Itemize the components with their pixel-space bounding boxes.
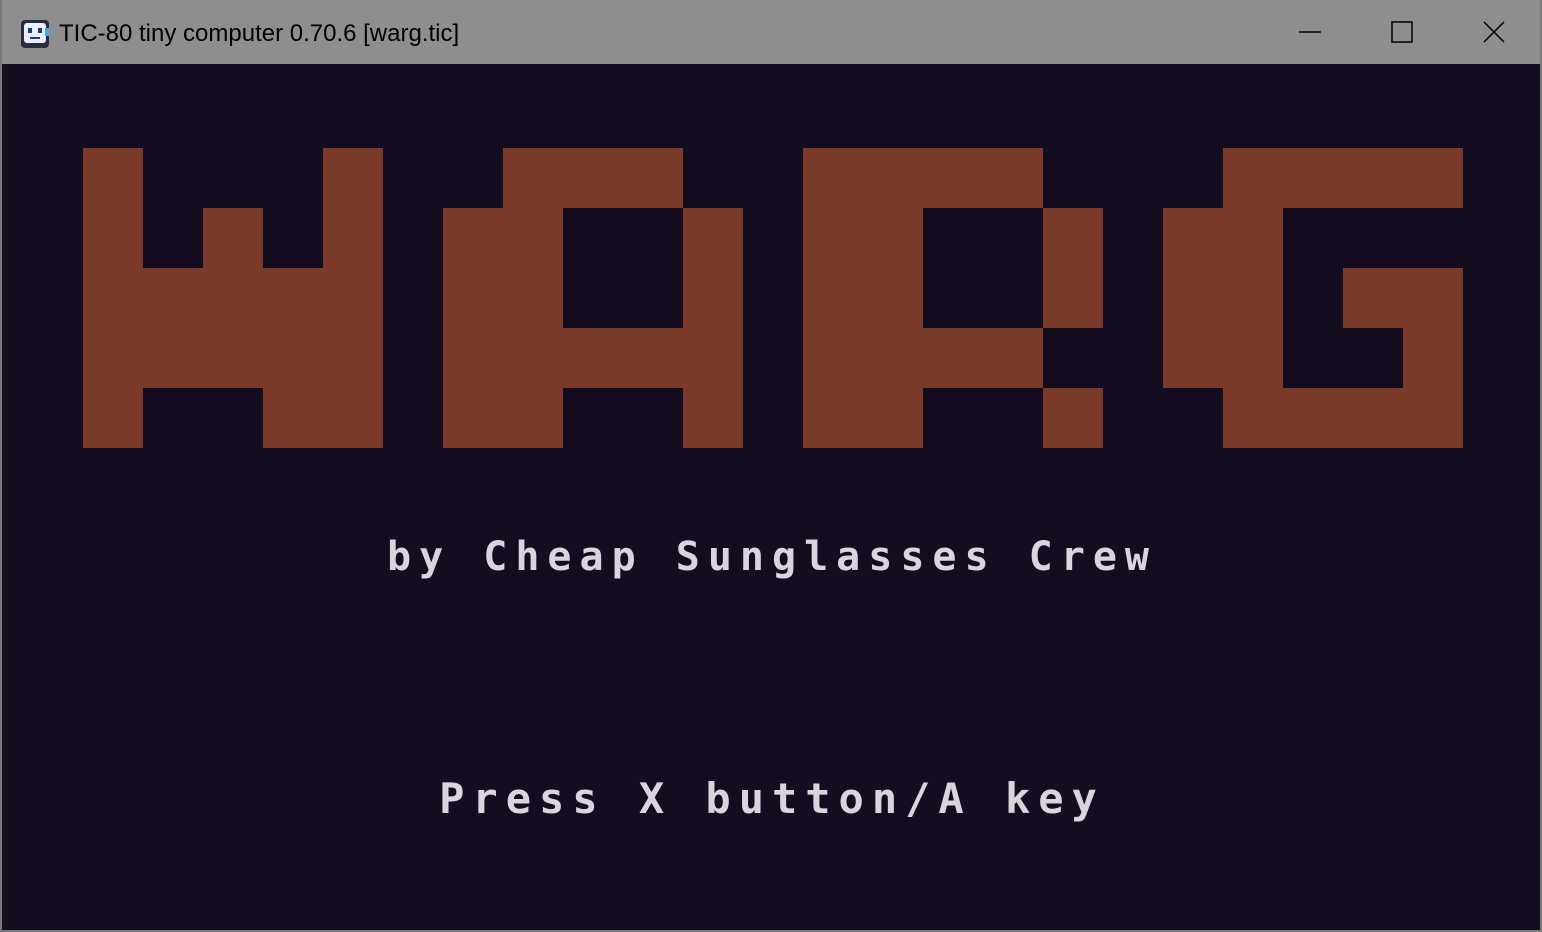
close-button[interactable] (1448, 0, 1540, 64)
warg-logo (83, 148, 1463, 448)
title-bar[interactable]: TIC-80 tiny computer 0.70.6 [warg.tic] (2, 0, 1540, 64)
start-prompt: Press X button/A key (4, 774, 1540, 823)
credits-line: by Cheap Sunglasses Crew (4, 534, 1540, 580)
window-title: TIC-80 tiny computer 0.70.6 [warg.tic] (59, 20, 460, 47)
minimize-icon (1299, 31, 1321, 33)
app-window: TIC-80 tiny computer 0.70.6 [warg.tic] b… (0, 0, 1542, 932)
start-prompt-text: Press X button/A key (439, 774, 1105, 823)
tic80-app-icon (21, 20, 49, 48)
maximize-button[interactable] (1356, 0, 1448, 64)
maximize-icon (1391, 21, 1413, 43)
minimize-button[interactable] (1264, 0, 1356, 64)
credits-text: by Cheap Sunglasses Crew (387, 534, 1157, 580)
close-icon (1483, 21, 1505, 43)
game-screen[interactable]: WARG by Cheap Sunglasses Crew Press X bu… (4, 64, 1540, 928)
